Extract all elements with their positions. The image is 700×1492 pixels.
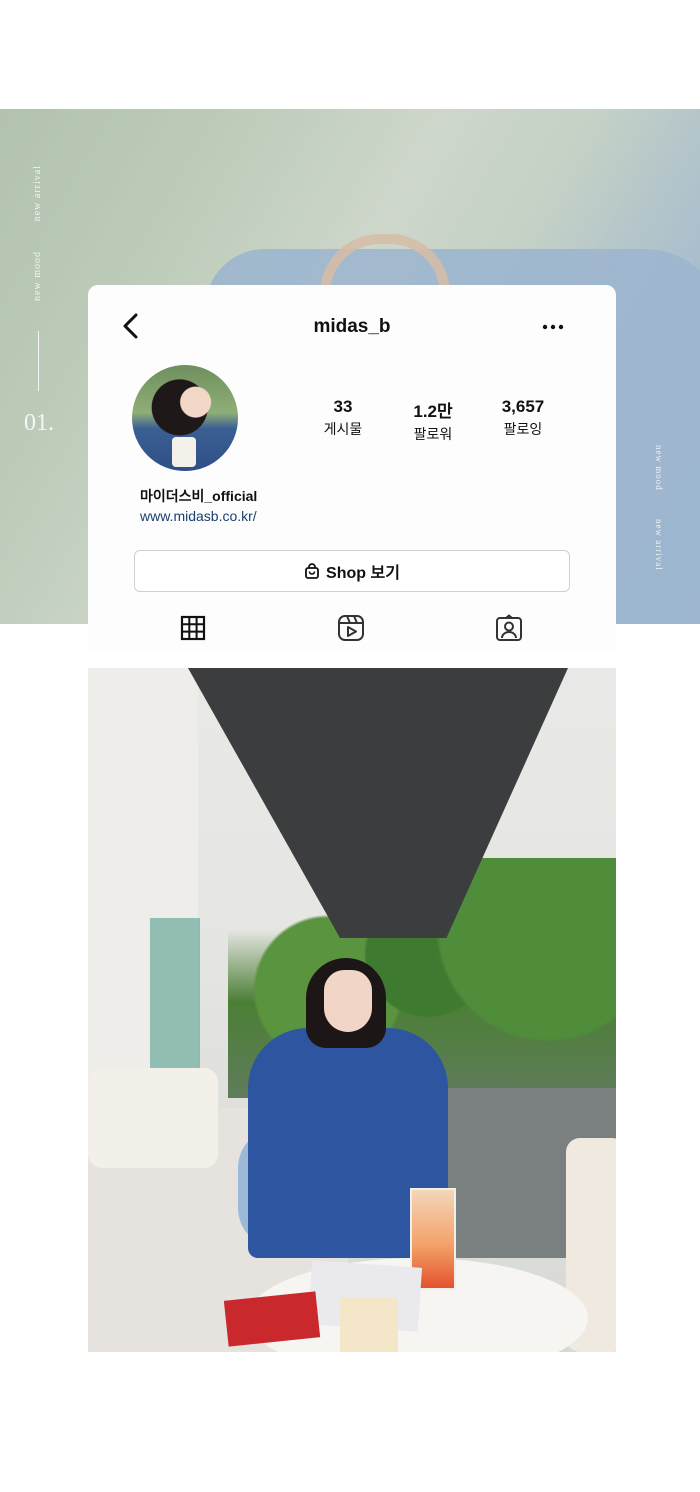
- stat-followers-label: 팔로워: [413, 426, 453, 442]
- stat-followers[interactable]: 1.2만 팔로워: [393, 397, 473, 444]
- avatar-shirt: [172, 437, 196, 467]
- photo-cake: [340, 1298, 398, 1352]
- more-options-button[interactable]: [542, 314, 564, 337]
- profile-card: midas_b 33 게시물 1.2만 팔로워 3,657 팔로잉 마이더스비_…: [88, 285, 616, 625]
- stat-following-label: 팔로잉: [503, 421, 543, 437]
- profile-avatar[interactable]: [132, 365, 238, 471]
- photo-red-box: [223, 1291, 321, 1347]
- shop-button[interactable]: Shop 보기: [134, 550, 570, 592]
- stat-posts-label: 게시물: [323, 421, 363, 437]
- photo-face: [324, 970, 372, 1032]
- right-text-2: new arrival: [654, 518, 664, 571]
- photo-glass-door: [150, 918, 200, 1078]
- right-text-1: new mood: [654, 445, 664, 491]
- tab-grid[interactable]: [178, 613, 208, 643]
- stat-posts-value: 33: [333, 397, 353, 416]
- side-text-1: new arrival: [32, 165, 43, 222]
- stat-following-value: 3,657: [501, 397, 545, 416]
- hero-side-text-right: new mood new arrival: [654, 445, 664, 598]
- shop-button-label: Shop 보기: [326, 565, 400, 582]
- tab-tagged[interactable]: [494, 613, 524, 643]
- post-photo[interactable]: [88, 668, 616, 1352]
- profile-username: midas_b: [313, 316, 391, 337]
- reels-icon: [338, 615, 364, 641]
- shopping-bag-icon: [304, 563, 320, 579]
- hero-number: 01.: [24, 410, 54, 436]
- profile-display-name: 마이더스비_official: [140, 488, 258, 504]
- hero-side-text-left: new arrival new mood: [32, 165, 43, 397]
- stat-following[interactable]: 3,657 팔로잉: [483, 397, 563, 444]
- grid-icon: [180, 615, 206, 641]
- divider-line: [38, 331, 39, 392]
- profile-website-link[interactable]: www.midasb.co.kr/: [140, 508, 257, 524]
- more-horizontal-icon: [542, 324, 564, 330]
- tab-reels[interactable]: [336, 613, 366, 643]
- photo-sofa: [88, 1068, 218, 1168]
- profile-stats: 33 게시물 1.2만 팔로워 3,657 팔로잉: [303, 397, 563, 444]
- tagged-person-icon: [496, 614, 522, 641]
- stat-posts[interactable]: 33 게시물: [303, 397, 383, 444]
- stat-followers-value: 1.2만: [413, 402, 453, 421]
- profile-tab-bar: [88, 605, 616, 650]
- side-text-2: new mood: [32, 251, 43, 302]
